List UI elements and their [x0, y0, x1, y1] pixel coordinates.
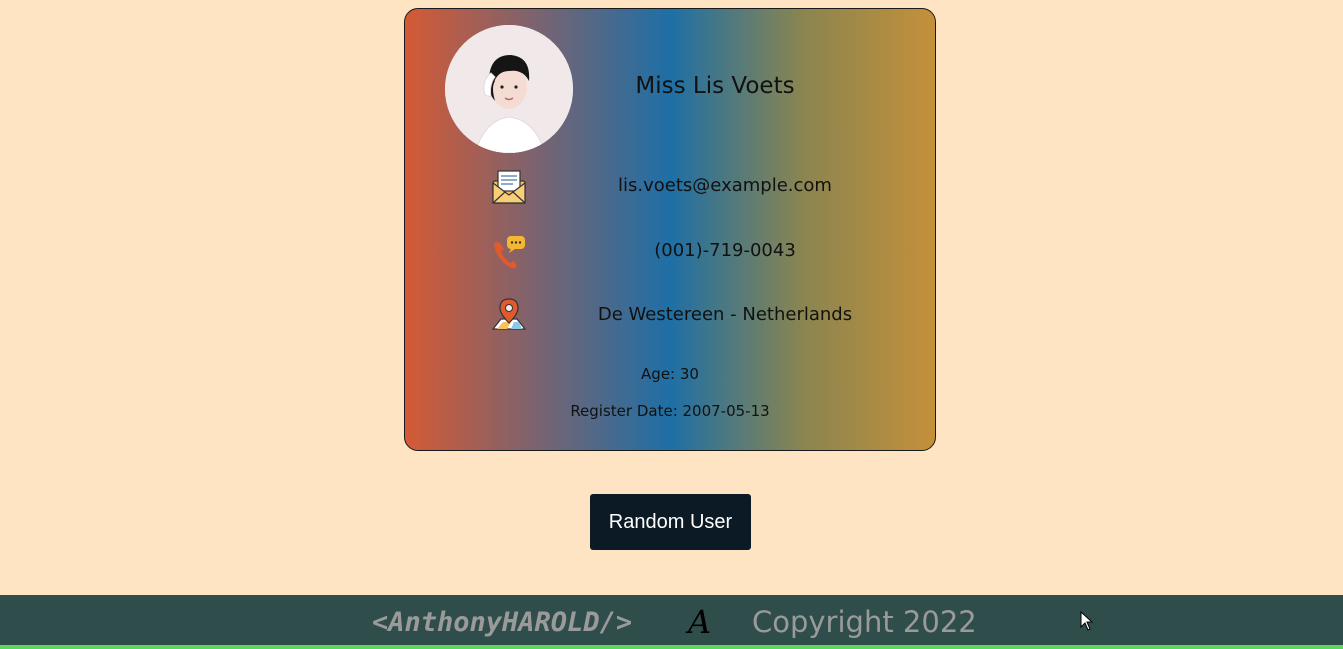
- user-email: lis.voets@example.com: [618, 175, 832, 196]
- page: Miss Lis Voets lis.voets@example.com (00…: [0, 0, 1343, 649]
- random-user-button[interactable]: Random User: [590, 494, 751, 550]
- user-register-date: Register Date: 2007-05-13: [570, 402, 770, 420]
- user-age: Age: 30: [641, 365, 699, 383]
- footer-copyright: Copyright 2022: [752, 605, 977, 639]
- cursor-icon: [1080, 610, 1094, 635]
- footer-brand[interactable]: <AnthonyHAROLD/>: [372, 607, 632, 638]
- avatar: [445, 25, 573, 153]
- user-name: Miss Lis Voets: [635, 73, 795, 99]
- envelope-icon: [489, 167, 529, 207]
- user-card: Miss Lis Voets lis.voets@example.com (00…: [404, 8, 936, 451]
- footer-logo: A: [688, 603, 712, 641]
- phone-chat-icon: [489, 232, 529, 272]
- footer: <AnthonyHAROLD/> A Copyright 2022: [0, 595, 1343, 649]
- map-pin-icon: [489, 295, 529, 335]
- user-phone: (001)-719-0043: [654, 240, 796, 261]
- user-location: De Westereen - Netherlands: [597, 304, 853, 325]
